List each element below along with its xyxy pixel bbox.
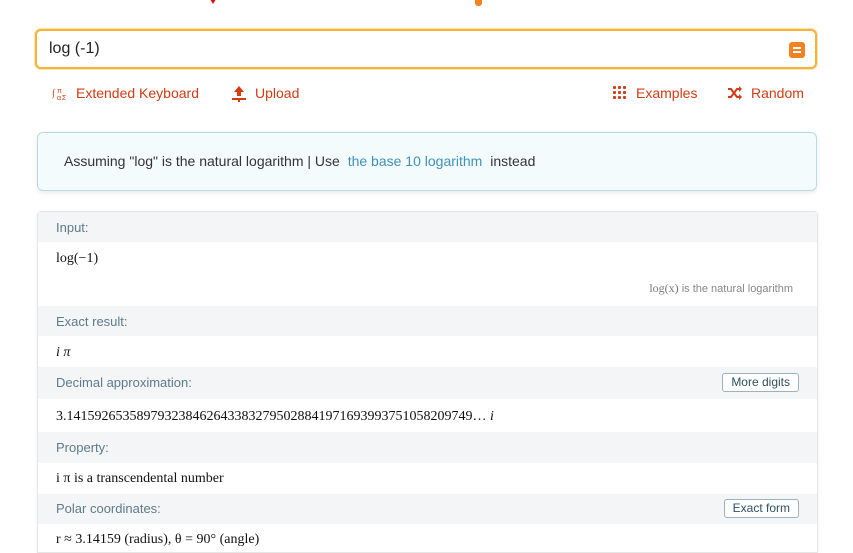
- extended-keyboard-button[interactable]: ∫ π α Σ Extended Keyboard: [51, 83, 199, 103]
- examples-label: Examples: [636, 85, 698, 101]
- random-button[interactable]: Random: [727, 83, 804, 103]
- shuffle-icon: [727, 85, 743, 101]
- grid-icon: [612, 85, 628, 101]
- property-pod-header: Property:: [38, 432, 817, 463]
- svg-text:π: π: [57, 88, 62, 95]
- assumption-suffix: instead: [490, 153, 536, 169]
- search-input[interactable]: [49, 31, 769, 67]
- upload-icon: [231, 85, 247, 101]
- more-digits-button[interactable]: More digits: [722, 373, 799, 392]
- input-pod-header: Input:: [38, 212, 817, 242]
- keyboard-icon: ∫ π α Σ: [51, 85, 68, 102]
- extended-keyboard-label: Extended Keyboard: [76, 85, 199, 101]
- polar-value: r ≈ 3.14159 (radius), θ = 90° (angle): [56, 532, 260, 547]
- exact-pod-title: Exact result:: [56, 314, 128, 329]
- results-panel: Input: log(−1) log(x) is the natural log…: [37, 211, 818, 553]
- property-pod-title: Property:: [56, 440, 109, 455]
- svg-text:α: α: [57, 95, 61, 101]
- property-pod-body: i π is a transcendental number: [38, 463, 817, 494]
- decimal-pod-title: Decimal approximation:: [56, 375, 192, 390]
- input-pod-body: log(−1) log(x) is the natural logarithm: [38, 242, 817, 306]
- logo-fragment-red: [208, 0, 218, 6]
- assumption-text: Assuming "log" is the natural logarithm …: [64, 153, 535, 169]
- polar-pod-header: Polar coordinates: Exact form: [38, 494, 817, 524]
- polar-pod-title: Polar coordinates:: [56, 501, 161, 516]
- compute-button[interactable]: [789, 42, 805, 58]
- upload-button[interactable]: Upload: [231, 83, 299, 103]
- input-value: log(−1): [56, 251, 99, 266]
- exact-pod-body: i π: [38, 336, 817, 367]
- exact-value: i π: [56, 345, 71, 360]
- random-label: Random: [751, 85, 804, 101]
- input-note: log(x) is the natural logarithm: [649, 281, 793, 296]
- exact-form-button[interactable]: Exact form: [723, 499, 799, 518]
- svg-text:Σ: Σ: [62, 95, 67, 101]
- upload-label: Upload: [255, 85, 300, 101]
- exact-pod-header: Exact result:: [38, 306, 817, 336]
- logo-fragment-orange: [475, 0, 482, 6]
- input-note-math: log(x): [649, 281, 679, 295]
- base-10-logarithm-link[interactable]: the base 10 logarithm: [348, 153, 483, 169]
- decimal-pod-body: 3.14159265358979323846264338327950288419…: [38, 399, 817, 432]
- decimal-pod-header: Decimal approximation: More digits: [38, 367, 817, 399]
- input-pod-title: Input:: [56, 220, 89, 235]
- examples-button[interactable]: Examples: [612, 83, 697, 103]
- assumption-box: Assuming "log" is the natural logarithm …: [37, 132, 817, 191]
- svg-text:∫: ∫: [52, 88, 56, 99]
- search-bar: [35, 29, 817, 69]
- assumption-prefix: Assuming "log" is the natural logarithm …: [64, 153, 340, 169]
- decimal-value: 3.14159265358979323846264338327950288419…: [56, 409, 494, 425]
- property-value: i π is a transcendental number: [56, 471, 224, 486]
- decimal-unit: i: [490, 409, 494, 424]
- input-note-text: is the natural logarithm: [678, 283, 793, 295]
- polar-pod-body: r ≈ 3.14159 (radius), θ = 90° (angle): [38, 524, 817, 552]
- decimal-digits: 3.14159265358979323846264338327950288419…: [56, 409, 487, 424]
